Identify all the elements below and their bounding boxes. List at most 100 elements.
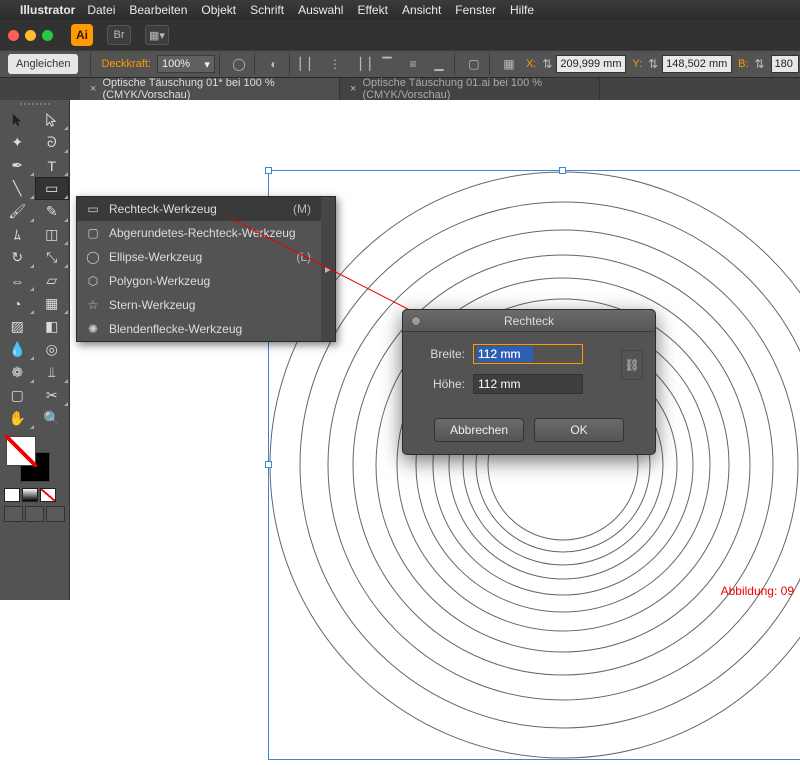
flyout-tearoff-icon[interactable]: ▸ [321,197,335,341]
minimize-icon[interactable] [25,30,36,41]
flyout-blendenflecke[interactable]: ✺Blendenflecke-Werkzeug [77,317,321,341]
draw-inside[interactable] [46,506,65,522]
zoom-icon[interactable] [42,30,53,41]
fill-swatch[interactable] [6,436,36,466]
flyout-polygon[interactable]: ⬡Polygon-Werkzeug [77,269,321,293]
draw-behind[interactable] [25,506,44,522]
handle-tm[interactable] [559,167,566,174]
recolor-icon[interactable]: ◐ [263,54,285,74]
rectangle-tool[interactable]: ▭ [35,177,70,200]
x-stepper[interactable]: ⇅ [540,54,554,74]
ok-button[interactable]: OK [534,418,624,442]
artboard-tool[interactable]: ▢ [0,384,35,407]
handle-tl[interactable] [265,167,272,174]
eraser-tool[interactable]: ◫ [35,223,70,246]
b-input[interactable]: 180 [771,55,799,73]
eyedropper-tool[interactable]: 💧 [0,338,35,361]
shape-builder-tool[interactable]: ◔ [0,292,35,315]
tab-close-icon[interactable]: × [350,83,356,95]
shape-mode-icon[interactable]: ▢ [463,54,485,74]
color-mode-none[interactable] [40,488,56,502]
rectangle-dialog: Rechteck Breite: Höhe: ⛓ Abbrechen OK [402,309,656,455]
slice-tool[interactable]: ✂ [35,384,70,407]
graph-tool[interactable]: ⫫ [35,361,70,384]
blend-tool[interactable]: ◎ [35,338,70,361]
opacity-input[interactable]: 100%▾ [157,55,215,73]
width-tool[interactable]: ⇔ [0,269,35,292]
menu-auswahl[interactable]: Auswahl [298,3,343,17]
y-input[interactable]: 148,502 mm [662,55,732,73]
align-bottom-icon[interactable]: ▁ [428,54,450,74]
gradient-tool[interactable]: ◧ [35,315,70,338]
flyout-stern[interactable]: ☆Stern-Werkzeug [77,293,321,317]
draw-mode-row [0,506,69,528]
panel-grip[interactable] [0,100,69,108]
flyout-abgerundetes-rechteck[interactable]: ▢Abgerundetes-Rechteck-Werkzeug [77,221,321,245]
scale-tool[interactable]: ⤡ [35,246,70,269]
dialog-titlebar[interactable]: Rechteck [403,310,655,332]
pencil-tool[interactable]: ✎ [35,200,70,223]
align-top-icon[interactable]: ▔ [376,54,398,74]
width-input[interactable] [473,344,583,364]
menu-app-name[interactable]: Illustrator [20,3,75,17]
selection-bounding-box[interactable] [268,170,800,760]
perspective-tool[interactable]: ▦ [35,292,70,315]
mesh-tool[interactable]: ▨ [0,315,35,338]
direct-selection-tool[interactable] [35,108,70,131]
dialog-close-icon[interactable] [411,316,421,326]
line-tool[interactable]: ╲ [0,177,35,200]
align-right-icon[interactable]: ▕▕ [350,54,372,74]
arrange-docs-button[interactable]: ▦▾ [145,25,169,45]
close-icon[interactable] [8,30,19,41]
x-label: X: [526,58,536,70]
align-label[interactable]: Angleichen [8,54,78,74]
opacity-label: Deckkraft: [101,58,151,70]
draw-normal[interactable] [4,506,23,522]
paintbrush-tool[interactable]: 🖌 [0,200,35,223]
handle-ml[interactable] [265,461,272,468]
document-tab-1[interactable]: ×Optische Täuschung 01* bei 100 % (CMYK/… [80,78,340,100]
selection-tool[interactable] [0,108,35,131]
cancel-button[interactable]: Abbrechen [434,418,524,442]
align-vcenter-icon[interactable]: ≡ [402,54,424,74]
constrain-link-icon[interactable]: ⛓ [621,350,643,380]
fill-stroke-swatch[interactable] [0,430,69,484]
align-left-icon[interactable]: ▏▏ [298,54,320,74]
menu-schrift[interactable]: Schrift [250,3,284,17]
b-stepper[interactable]: ⇅ [753,54,767,74]
menu-fenster[interactable]: Fenster [455,3,496,17]
pen-tool[interactable]: ✒ [0,154,35,177]
color-mode-gradient[interactable] [22,488,38,502]
style-icon[interactable]: ◯ [228,54,250,74]
transform-icon[interactable]: ▦ [498,54,520,74]
type-tool[interactable]: T [35,154,70,177]
rotate-tool[interactable]: ↻ [0,246,35,269]
magic-wand-tool[interactable]: ✦ [0,131,35,154]
menu-hilfe[interactable]: Hilfe [510,3,534,17]
y-stepper[interactable]: ⇅ [646,54,660,74]
flyout-rechteck[interactable]: ▭Rechteck-Werkzeug(M) [77,197,321,221]
figure-caption: Abbildung: 09 [721,584,794,598]
zoom-tool[interactable]: 🔍 [35,407,70,430]
align-hcenter-icon[interactable]: ⋮ [324,54,346,74]
free-transform-tool[interactable]: ▱ [35,269,70,292]
lasso-tool[interactable]: ᘐ [35,131,70,154]
hand-tool[interactable]: ✋ [0,407,35,430]
menu-objekt[interactable]: Objekt [201,3,236,17]
bridge-button[interactable]: Br [107,25,131,45]
document-tab-2[interactable]: ×Optische Täuschung 01.ai bei 100 % (CMY… [340,78,600,100]
width-label: Breite: [417,347,465,361]
flyout-ellipse[interactable]: ◯Ellipse-Werkzeug(L) [77,245,321,269]
menu-bearbeiten[interactable]: Bearbeiten [129,3,187,17]
b-label: B: [738,58,748,70]
symbol-sprayer-tool[interactable]: ❁ [0,361,35,384]
tab-close-icon[interactable]: × [90,83,96,95]
menu-effekt[interactable]: Effekt [357,3,387,17]
menu-datei[interactable]: Datei [87,3,115,17]
x-input[interactable]: 209,999 mm [556,55,626,73]
color-mode-color[interactable] [4,488,20,502]
height-input[interactable] [473,374,583,394]
app-badge: Ai [71,24,93,46]
blob-brush-tool[interactable]: ﾑ [0,223,35,246]
menu-ansicht[interactable]: Ansicht [402,3,441,17]
